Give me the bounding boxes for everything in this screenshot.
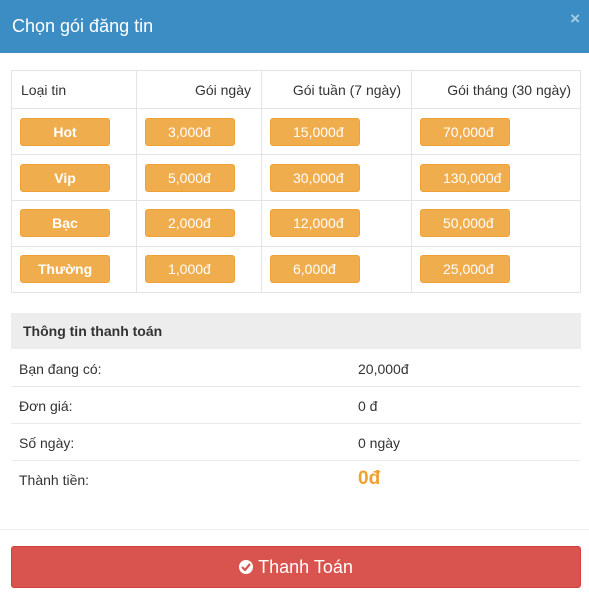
payment-info-row-unit-price: Đơn giá: 0 đ [11, 387, 581, 424]
total-value: 0đ [358, 468, 381, 489]
payment-info-row-days: Số ngày: 0 ngày [11, 424, 581, 461]
pricing-header-row: Loại tin Gói ngày Gói tuần (7 ngày) Gói … [12, 71, 580, 109]
day-price-button-vip[interactable]: 5,000đ [145, 164, 235, 192]
unit-price-value: 0 đ [358, 398, 378, 414]
month-price-button-bac[interactable]: 50,000đ [420, 209, 510, 237]
balance-label: Bạn đang có: [19, 361, 102, 377]
payment-info-row-total: Thành tiền: 0đ [11, 461, 581, 498]
type-button-hot[interactable]: Hot [20, 118, 110, 146]
total-label: Thành tiền: [19, 472, 90, 488]
pricing-table: Loại tin Gói ngày Gói tuần (7 ngày) Gói … [11, 70, 581, 293]
pricing-row-bac: Bạc 2,000đ 12,000đ 50,000đ [12, 201, 580, 247]
close-icon[interactable]: × [570, 10, 580, 27]
header-goi-ngay: Gói ngày [194, 82, 251, 98]
week-price-button-hot[interactable]: 15,000đ [270, 118, 360, 146]
day-price-button-thuong[interactable]: 1,000đ [145, 255, 235, 283]
day-price-button-hot[interactable]: 3,000đ [145, 118, 235, 146]
pay-button-label: Thanh Toán [258, 557, 353, 577]
footer-divider [0, 529, 589, 530]
unit-price-label: Đơn giá: [19, 398, 73, 414]
week-price-button-thuong[interactable]: 6,000đ [270, 255, 360, 283]
pricing-row-thuong: Thường 1,000đ 6,000đ 25,000đ [12, 247, 580, 293]
dialog-header: Chọn gói đăng tin × [0, 0, 589, 53]
payment-info-row-balance: Bạn đang có: 20,000đ [11, 350, 581, 387]
pay-button[interactable]: Thanh Toán [11, 546, 581, 588]
month-price-button-vip[interactable]: 130,000đ [420, 164, 510, 192]
check-circle-icon [239, 560, 254, 574]
pricing-row-hot: Hot 3,000đ 15,000đ 70,000đ [12, 109, 580, 155]
week-price-button-vip[interactable]: 30,000đ [270, 164, 360, 192]
type-button-bac[interactable]: Bạc [20, 209, 110, 237]
pricing-row-vip: Vip 5,000đ 30,000đ 130,000đ [12, 155, 580, 201]
payment-info-header: Thông tin thanh toán [11, 313, 581, 349]
week-price-button-bac[interactable]: 12,000đ [270, 209, 360, 237]
header-loai-tin: Loại tin [21, 82, 67, 98]
payment-info-title: Thông tin thanh toán [23, 323, 163, 339]
month-price-button-hot[interactable]: 70,000đ [420, 118, 510, 146]
day-price-button-bac[interactable]: 2,000đ [145, 209, 235, 237]
days-value: 0 ngày [358, 435, 401, 451]
type-button-thuong[interactable]: Thường [20, 255, 110, 283]
header-goi-tuan: Gói tuần (7 ngày) [292, 82, 401, 98]
month-price-button-thuong[interactable]: 25,000đ [420, 255, 510, 283]
header-goi-thang: Gói tháng (30 ngày) [447, 82, 571, 98]
balance-value: 20,000đ [358, 361, 409, 377]
days-label: Số ngày: [19, 435, 75, 451]
dialog-title: Chọn gói đăng tin [12, 16, 154, 36]
type-button-vip[interactable]: Vip [20, 164, 110, 192]
